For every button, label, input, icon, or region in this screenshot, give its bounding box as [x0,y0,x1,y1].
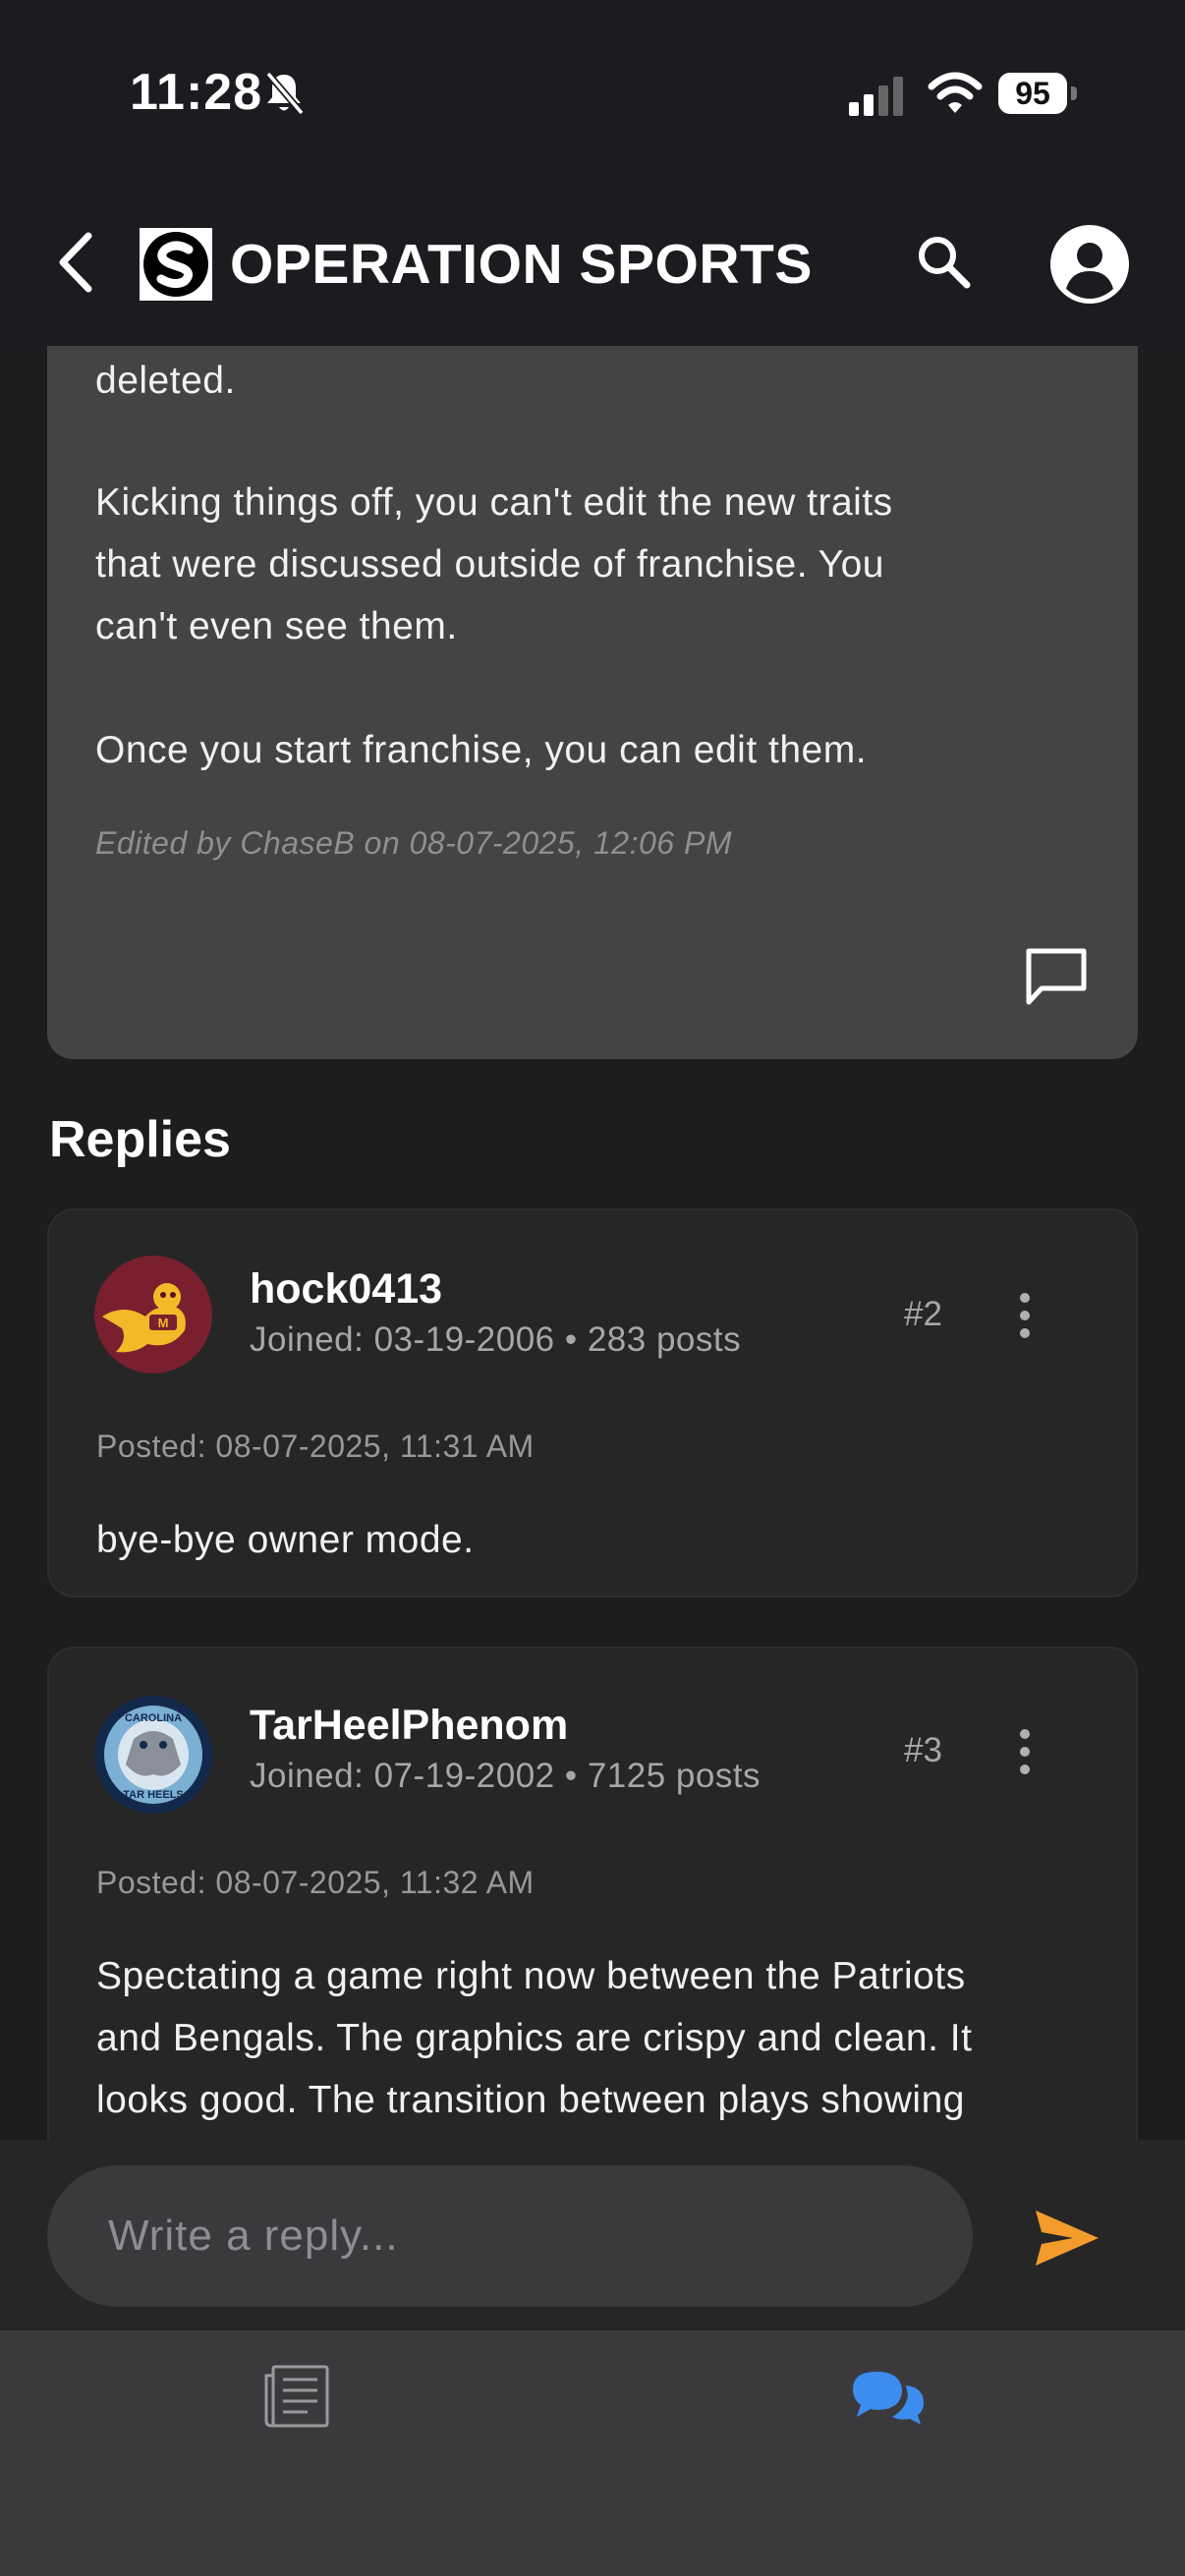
reply-body-line: Spectating a game right now between the … [96,1955,966,1997]
edited-note: Edited by ChaseB on 08-07-2025, 12:06 PM [95,825,732,861]
user-avatar[interactable]: CAROLINA TAR HEELS [94,1696,212,1814]
battery-tip [1071,86,1077,100]
reply-posted-date: Posted: 08-07-2025, 11:31 AM [96,1428,535,1464]
post-text-line: that were discussed outside of franchise… [95,543,884,586]
post-text-line: Kicking things off, you can't edit the n… [95,481,893,524]
reply-username[interactable]: TarHeelPhenom [250,1702,568,1750]
reply-composer [0,2140,1185,2330]
reply-body-line: bye-bye owner mode. [96,1519,475,1561]
post-text-line: can't even see them. [95,605,458,647]
comment-icon[interactable] [1022,945,1091,1008]
account-circle-icon[interactable] [1049,224,1130,305]
status-time: 11:28 [130,64,263,121]
brand-title[interactable]: OPERATION SPORTS [230,232,813,297]
reply-number: #3 [904,1731,942,1769]
post-text-line: Once you start franchise, you can edit t… [95,729,868,771]
reply-number: #2 [904,1295,942,1333]
operation-sports-logo[interactable] [140,228,212,301]
cellular-signal-icon [849,77,903,116]
silent-bell-icon [265,71,305,116]
reply-body-line: and Bengals. The graphics are crispy and… [96,2017,973,2059]
battery-level: 95 [998,73,1067,114]
reply-username[interactable]: hock0413 [250,1265,442,1314]
reply-card: M hock0413 Joined: 03-19-2006 • 283 post… [47,1208,1138,1597]
reply-user-meta: Joined: 07-19-2002 • 7125 posts [250,1757,762,1795]
gopher-logo-icon: M [94,1256,212,1373]
user-avatar[interactable]: M [94,1256,212,1373]
send-icon[interactable] [1032,2207,1102,2269]
more-vertical-icon[interactable] [1012,1291,1038,1340]
bottom-navigation [0,2330,1185,2576]
post-text-line: deleted. [95,360,236,402]
search-icon[interactable] [914,232,973,291]
back-chevron-icon[interactable] [53,228,96,297]
replies-heading: Replies [49,1111,231,1168]
avatar-text-bottom: TAR HEELS [123,1789,184,1801]
svg-text:M: M [158,1316,169,1330]
battery-indicator: 95 [998,73,1079,116]
forum-chat-icon[interactable] [851,2366,926,2429]
app-header: 11:28 95 OPERATION SPORTS [0,0,1185,346]
reply-posted-date: Posted: 08-07-2025, 11:32 AM [96,1865,535,1900]
reply-input[interactable] [47,2165,973,2307]
reply-body-line: looks good. The transition between plays… [96,2079,965,2121]
avatar-text-top: CAROLINA [125,1712,182,1724]
tar-heels-logo-icon: CAROLINA TAR HEELS [94,1696,212,1814]
news-icon[interactable] [263,2364,330,2429]
wifi-icon [928,72,983,113]
more-vertical-icon[interactable] [1012,1727,1038,1776]
reply-user-meta: Joined: 03-19-2006 • 283 posts [250,1320,742,1359]
